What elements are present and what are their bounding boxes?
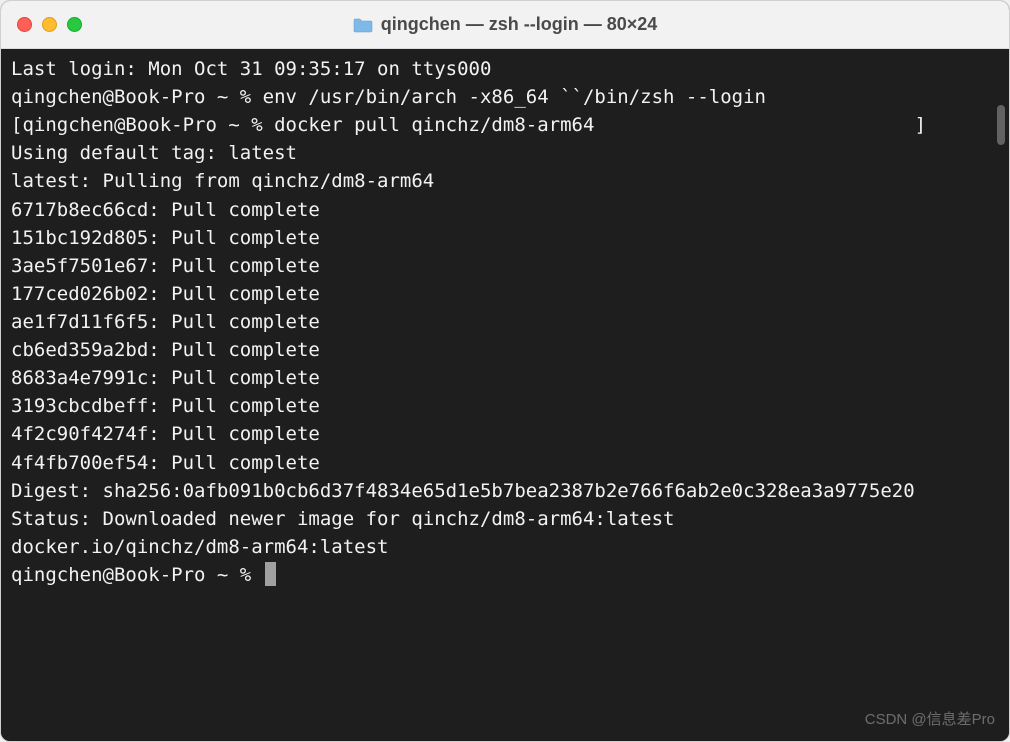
terminal-line: 4f2c90f4274f: Pull complete xyxy=(11,420,999,448)
terminal-line: 4f4fb700ef54: Pull complete xyxy=(11,449,999,477)
traffic-lights xyxy=(17,17,82,32)
terminal-line: Status: Downloaded newer image for qinch… xyxy=(11,505,999,533)
minimize-button[interactable] xyxy=(42,17,57,32)
terminal-line: [qingchen@Book-Pro ~ % docker pull qinch… xyxy=(11,111,999,139)
window-title: qingchen — zsh --login — 80×24 xyxy=(381,14,658,35)
maximize-button[interactable] xyxy=(67,17,82,32)
terminal-line: qingchen@Book-Pro ~ % env /usr/bin/arch … xyxy=(11,83,999,111)
terminal-line: 8683a4e7991c: Pull complete xyxy=(11,364,999,392)
cursor xyxy=(265,562,276,586)
close-button[interactable] xyxy=(17,17,32,32)
terminal-line: docker.io/qinchz/dm8-arm64:latest xyxy=(11,533,999,561)
terminal-line: 177ced026b02: Pull complete xyxy=(11,280,999,308)
terminal-line: 151bc192d805: Pull complete xyxy=(11,224,999,252)
folder-icon xyxy=(353,17,373,33)
terminal-line: latest: Pulling from qinchz/dm8-arm64 xyxy=(11,167,999,195)
scrollbar[interactable] xyxy=(997,105,1005,145)
terminal-line: Using default tag: latest xyxy=(11,139,999,167)
terminal-body[interactable]: Last login: Mon Oct 31 09:35:17 on ttys0… xyxy=(1,49,1009,741)
title-container: qingchen — zsh --login — 80×24 xyxy=(1,14,1009,35)
terminal-window: qingchen — zsh --login — 80×24 Last logi… xyxy=(0,0,1010,742)
prompt: qingchen@Book-Pro ~ % xyxy=(11,564,263,586)
terminal-line: ae1f7d11f6f5: Pull complete xyxy=(11,308,999,336)
terminal-line: cb6ed359a2bd: Pull complete xyxy=(11,336,999,364)
titlebar[interactable]: qingchen — zsh --login — 80×24 xyxy=(1,1,1009,49)
watermark: CSDN @信息差Pro xyxy=(865,709,995,731)
terminal-line: 3ae5f7501e67: Pull complete xyxy=(11,252,999,280)
terminal-line: 6717b8ec66cd: Pull complete xyxy=(11,196,999,224)
terminal-line: 3193cbcdbeff: Pull complete xyxy=(11,392,999,420)
terminal-line: Digest: sha256:0afb091b0cb6d37f4834e65d1… xyxy=(11,477,999,505)
prompt-line: qingchen@Book-Pro ~ % xyxy=(11,561,999,589)
terminal-line: Last login: Mon Oct 31 09:35:17 on ttys0… xyxy=(11,55,999,83)
